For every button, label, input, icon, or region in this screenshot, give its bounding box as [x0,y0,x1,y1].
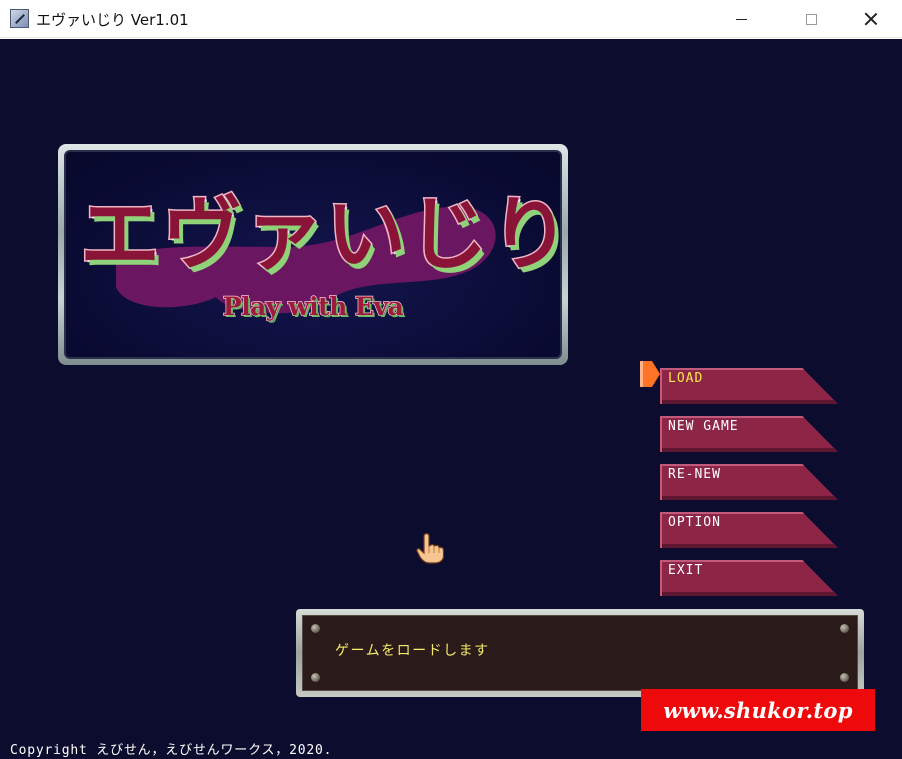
copyright-text: Copyright えびせん，えびせんワークス，2020. [10,743,333,758]
menu-item-re-new[interactable]: RE-NEW [660,464,838,500]
menu-item-option[interactable]: OPTION [660,512,838,548]
rivet-icon [311,624,320,633]
menu-item-exit[interactable]: EXIT [660,560,838,596]
game-title-logo: エヴァいじり [79,186,562,283]
window-titlebar: エヴァいじり Ver1.01 [0,0,902,38]
message-panel: ゲームをロードします [302,615,858,691]
minimize-icon [735,18,747,20]
watermark-banner: www.shukor.top [641,689,875,731]
minimize-button[interactable] [718,0,764,38]
close-button[interactable] [848,0,894,38]
title-logo-frame: エヴァいじり Play with Eva [64,150,562,359]
menu-item-label: RE-NEW [668,467,721,482]
menu-item-label: LOAD [668,371,704,386]
maximize-button[interactable] [788,0,834,38]
menu-item-label: NEW GAME [668,419,739,434]
menu-item-label: OPTION [668,515,721,530]
game-subtitle: Play with Eva [222,291,404,322]
close-icon [864,12,878,26]
rivet-icon [311,673,320,682]
menu-item-new-game[interactable]: NEW GAME [660,416,838,452]
message-box: ゲームをロードします [296,609,864,697]
title-logo-panel: エヴァいじり Play with Eva [58,144,568,365]
maximize-icon [805,13,817,25]
menu-item-load[interactable]: LOAD [660,368,838,404]
rivet-icon [840,624,849,633]
app-icon [10,9,29,28]
menu-item-label: EXIT [668,563,704,578]
rivet-icon [840,673,849,682]
hand-pointer-icon [416,533,444,564]
watermark-text: www.shukor.top [663,697,853,723]
game-screen: エヴァいじり Play with Eva LOAD NEW GAME RE-NE… [0,39,902,759]
message-text: ゲームをロードします [335,643,490,659]
window-title: エヴァいじり Ver1.01 [36,11,189,29]
arrow-cursor-icon [640,361,660,387]
